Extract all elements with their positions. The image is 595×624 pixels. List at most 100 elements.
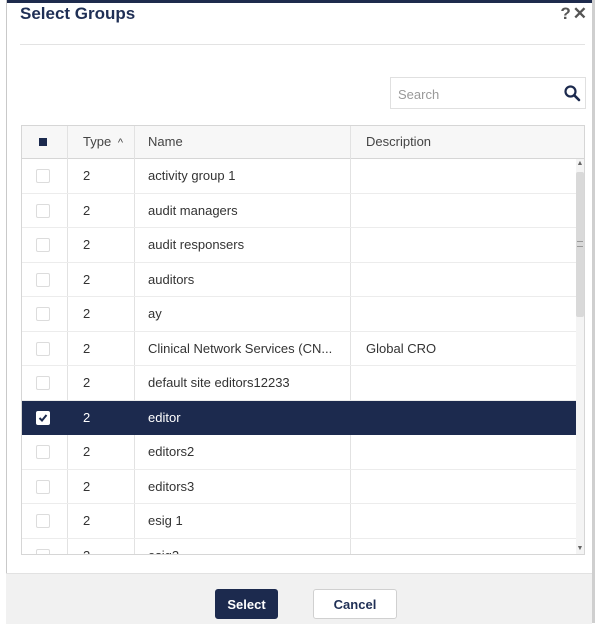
row-name-cell: editor <box>148 409 181 425</box>
row-type-cell: 2 <box>83 478 91 494</box>
table-row[interactable]: 2 ay <box>22 297 576 332</box>
row-name-cell: default site editors12233 <box>148 375 290 390</box>
row-name-cell: editors3 <box>148 478 195 494</box>
table-row[interactable]: 2 audit responsers <box>22 228 576 263</box>
sort-ascending-icon: ^ <box>117 137 123 149</box>
row-type-cell: 2 <box>83 409 91 425</box>
window-top-border <box>0 0 595 3</box>
row-name-cell: auditors <box>148 271 195 287</box>
row-select-cell <box>22 159 67 193</box>
search-input[interactable] <box>391 78 560 110</box>
row-checkbox[interactable] <box>36 376 50 390</box>
row-name-cell: editors2 <box>148 444 195 459</box>
row-checkbox[interactable] <box>36 445 50 459</box>
select-all-checkbox[interactable] <box>39 138 47 146</box>
row-checkbox-checked[interactable] <box>36 410 50 425</box>
row-description-cell <box>366 470 566 504</box>
row-description-cell <box>366 297 566 331</box>
row-select-cell <box>22 332 67 366</box>
search-box <box>390 77 586 110</box>
row-select-cell <box>22 539 67 554</box>
groups-table: Type ^ Name Description 2 activity group … <box>21 125 585 555</box>
dialog-footer: Select Cancel <box>6 573 592 624</box>
row-select-cell <box>22 435 67 469</box>
column-header-description[interactable]: Description <box>366 126 566 158</box>
row-checkbox[interactable] <box>36 514 50 528</box>
column-type-label: Type <box>83 134 112 149</box>
table-row[interactable]: 2 esig2 <box>22 539 576 555</box>
row-type-cell: 2 <box>83 168 91 183</box>
row-name-cell: activity group 1 <box>148 168 236 183</box>
checkmark-icon <box>38 413 48 422</box>
row-description-cell <box>366 263 566 297</box>
header-select-all[interactable] <box>22 126 67 158</box>
table-header: Type ^ Name Description <box>22 126 584 159</box>
table-row[interactable]: 2 auditors <box>22 263 576 297</box>
help-icon[interactable]: ? <box>560 4 572 23</box>
row-type-cell: 2 <box>83 202 91 218</box>
row-description-cell <box>366 159 566 193</box>
row-description-cell <box>366 504 566 538</box>
column-header-type[interactable]: Type ^ <box>83 126 133 158</box>
row-type-cell: 2 <box>83 444 91 459</box>
row-select-cell <box>22 297 67 331</box>
vertical-scrollbar[interactable]: ▲ ▼ <box>576 159 584 554</box>
table-row[interactable]: 2 editors3 <box>22 470 576 504</box>
row-description-cell <box>366 228 566 262</box>
row-select-cell <box>22 194 67 228</box>
row-checkbox[interactable] <box>36 548 50 554</box>
row-name-cell: ay <box>148 306 162 321</box>
row-type-cell: 2 <box>83 513 91 528</box>
select-button[interactable]: Select <box>215 589 278 619</box>
row-checkbox[interactable] <box>36 479 50 494</box>
row-type-cell: 2 <box>83 306 91 321</box>
table-body: 2 activity group 1 2 audit managers 2 audit r… <box>22 159 576 555</box>
row-select-cell <box>22 263 67 297</box>
row-name-cell: esig2 <box>148 547 180 555</box>
row-type-cell: 2 <box>83 547 91 555</box>
row-type-cell: 2 <box>83 237 91 252</box>
row-description-cell <box>366 194 566 228</box>
table-row[interactable]: 2 Clinical Network Services (CN... Global … <box>22 332 576 366</box>
cancel-button[interactable]: Cancel <box>313 589 397 619</box>
search-icon[interactable] <box>563 84 581 102</box>
table-row[interactable]: 2 editor <box>22 400 576 435</box>
row-select-cell <box>22 366 67 400</box>
row-description-cell <box>366 539 566 555</box>
row-select-cell <box>22 401 67 435</box>
row-description-cell <box>366 366 566 400</box>
dialog-title: Select Groups <box>20 4 136 23</box>
table-row[interactable]: 2 default site editors12233 <box>22 366 576 401</box>
row-checkbox[interactable] <box>36 203 50 218</box>
close-icon[interactable]: ✕ <box>573 4 589 23</box>
row-description-cell <box>366 435 566 469</box>
row-type-cell: 2 <box>83 340 91 356</box>
column-header-name[interactable]: Name <box>148 126 353 158</box>
dialog-header-actions: ?✕ <box>560 4 589 24</box>
table-row[interactable]: 2 activity group 1 <box>22 159 576 194</box>
row-checkbox[interactable] <box>36 307 50 321</box>
row-select-cell <box>22 470 67 504</box>
row-select-cell <box>22 228 67 262</box>
row-type-cell: 2 <box>83 271 91 287</box>
row-checkbox[interactable] <box>36 238 50 252</box>
row-type-cell: 2 <box>83 375 91 390</box>
row-description-cell: Global CRO <box>366 340 437 356</box>
row-checkbox[interactable] <box>36 341 50 356</box>
scroll-up-arrow-icon[interactable]: ▲ <box>576 159 584 169</box>
row-name-cell: Clinical Network Services (CN... <box>148 340 333 356</box>
table-row[interactable]: 2 editors2 <box>22 435 576 470</box>
scrollbar-thumb[interactable] <box>576 172 584 317</box>
table-row[interactable]: 2 esig 1 <box>22 504 576 539</box>
row-name-cell: audit managers <box>148 202 238 218</box>
row-select-cell <box>22 504 67 538</box>
row-name-cell: esig 1 <box>148 513 183 528</box>
grip-icon <box>577 241 583 247</box>
row-description-cell <box>366 401 566 435</box>
row-checkbox[interactable] <box>36 272 50 287</box>
table-row[interactable]: 2 audit managers <box>22 194 576 228</box>
row-checkbox[interactable] <box>36 169 50 183</box>
scroll-down-arrow-icon[interactable]: ▼ <box>576 544 584 554</box>
window-left-edge <box>0 0 7 623</box>
row-name-cell: audit responsers <box>148 237 245 252</box>
